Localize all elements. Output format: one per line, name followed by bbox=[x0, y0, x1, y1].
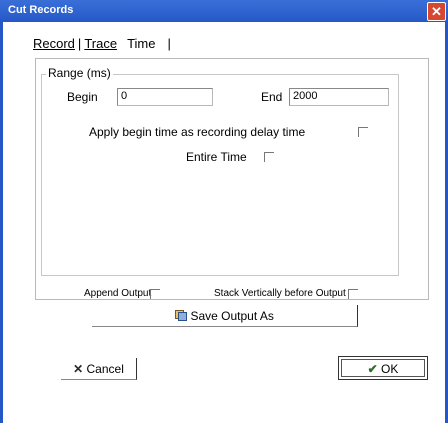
close-icon: ✕ bbox=[431, 4, 442, 19]
end-label: End bbox=[261, 90, 283, 104]
title-bar: Cut Records ✕ bbox=[0, 0, 448, 22]
window-frame-left bbox=[0, 22, 3, 423]
entire-time-label: Entire Time bbox=[186, 150, 247, 164]
stack-vertically-checkbox[interactable] bbox=[348, 289, 358, 299]
apply-delay-label: Apply begin time as recording delay time bbox=[89, 125, 306, 139]
begin-label: Begin bbox=[67, 90, 98, 104]
tab-separator: | bbox=[167, 36, 171, 51]
tab-time[interactable]: Time bbox=[127, 36, 155, 51]
entire-time-checkbox[interactable] bbox=[264, 152, 274, 162]
end-input[interactable]: 2000 bbox=[289, 88, 389, 106]
check-icon: ✔ bbox=[367, 362, 378, 376]
tab-record[interactable]: Record bbox=[33, 36, 75, 51]
append-output-label: Append Output bbox=[84, 288, 152, 299]
window-title: Cut Records bbox=[8, 4, 74, 16]
save-disk-icon bbox=[175, 310, 188, 321]
range-legend: Range (ms) bbox=[46, 66, 113, 80]
close-button[interactable]: ✕ bbox=[427, 2, 446, 21]
cancel-label: Cancel bbox=[86, 362, 124, 376]
tab-trace[interactable]: Trace bbox=[84, 36, 117, 51]
save-output-label: Save Output As bbox=[190, 309, 274, 323]
tab-separator: | bbox=[77, 36, 82, 51]
append-output-checkbox[interactable] bbox=[150, 289, 160, 299]
ok-label: OK bbox=[381, 362, 399, 376]
x-icon: ✕ bbox=[73, 362, 84, 376]
stack-vertically-label: Stack Vertically before Output bbox=[214, 288, 346, 299]
ok-button[interactable]: ✔ OK bbox=[338, 356, 428, 380]
apply-delay-checkbox[interactable] bbox=[358, 127, 368, 137]
save-output-button[interactable]: Save Output As bbox=[92, 305, 358, 327]
cancel-button[interactable]: ✕ Cancel bbox=[61, 358, 137, 380]
tab-strip: Record | Trace Time | bbox=[33, 36, 174, 51]
begin-input[interactable]: 0 bbox=[117, 88, 213, 106]
